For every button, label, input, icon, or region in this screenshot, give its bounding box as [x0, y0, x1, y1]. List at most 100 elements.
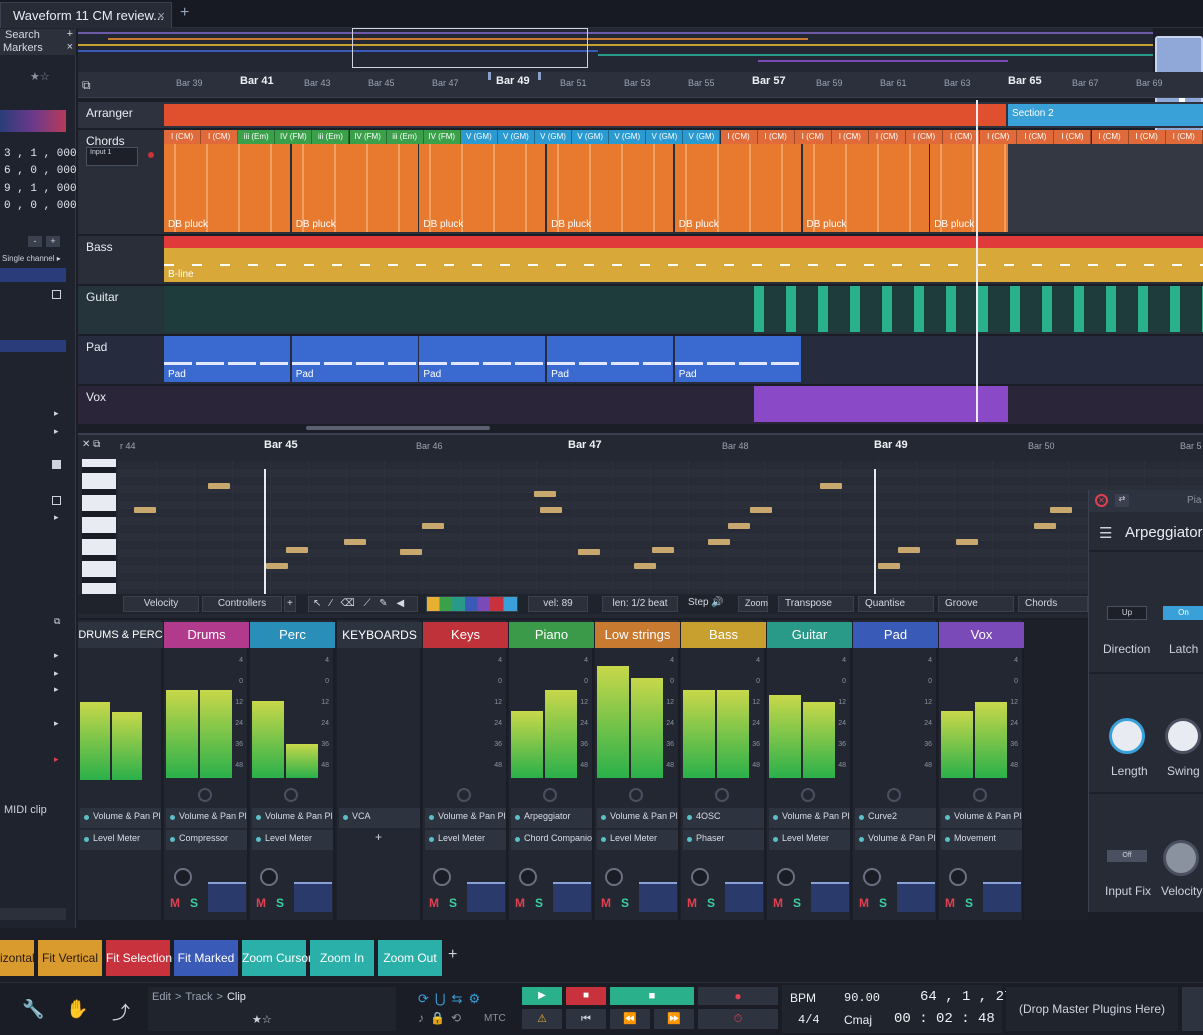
checkbox[interactable]: [52, 496, 61, 505]
midi-note[interactable]: [540, 507, 562, 513]
chord-block[interactable]: I (CM): [1054, 130, 1092, 144]
key-signature[interactable]: Cmaj: [844, 1013, 872, 1027]
plugin-slot[interactable]: Volume & Pan Plugin: [80, 808, 161, 828]
plugin-slot[interactable]: Movement: [941, 830, 1022, 850]
mixer-strip-guitar[interactable]: Guitar4012243648Volume & Pan PluginLevel…: [767, 620, 852, 920]
chord-block[interactable]: I (CM): [980, 130, 1018, 144]
pan-knob[interactable]: [457, 788, 471, 802]
overview-viewport[interactable]: [352, 28, 588, 68]
loop-button[interactable]: ▶: [522, 987, 562, 1005]
direction-toggle[interactable]: Up: [1107, 606, 1147, 620]
volume-knob[interactable]: [174, 868, 192, 886]
volume-fader[interactable]: [294, 882, 332, 912]
clock-icon[interactable]: ⏱: [698, 1009, 778, 1029]
midi-note[interactable]: [652, 547, 674, 553]
chord-block[interactable]: I (CM): [201, 130, 239, 144]
chord-block[interactable]: V (GM): [535, 130, 573, 144]
chord-block[interactable]: IV (FM): [423, 130, 461, 144]
volume-fader[interactable]: [553, 882, 591, 912]
chord-block[interactable]: iii (Em): [312, 130, 350, 144]
chevron-right-icon[interactable]: ▸: [54, 668, 59, 679]
volume-knob[interactable]: [605, 868, 623, 886]
volume-fader[interactable]: [725, 882, 763, 912]
group-strip-keyboards[interactable]: KEYBOARDS VCA +: [337, 620, 422, 920]
zoom-button[interactable]: Zoom: [738, 596, 768, 612]
menu-icon[interactable]: ☰: [1099, 524, 1112, 542]
arrangement-overview[interactable]: [78, 28, 1153, 72]
solo-button[interactable]: S: [707, 896, 715, 910]
midi-note[interactable]: [898, 547, 920, 553]
mixer-strip-vox[interactable]: Vox4012243648Volume & Pan PluginMovement…: [939, 620, 1024, 920]
horizontal-scrollbar[interactable]: [306, 426, 490, 430]
pan-knob[interactable]: [198, 788, 212, 802]
midi-note[interactable]: [634, 563, 656, 569]
hand-icon[interactable]: ✋: [66, 999, 88, 1020]
channel-select[interactable]: Single channel ▸: [2, 254, 61, 263]
volume-knob[interactable]: [519, 868, 537, 886]
note-grid[interactable]: [118, 461, 1203, 597]
chord-block[interactable]: I (CM): [1017, 130, 1055, 144]
velocity-value[interactable]: vel: 89: [528, 596, 588, 612]
wrench-icon[interactable]: 🔧: [22, 999, 44, 1020]
transpose-button[interactable]: Transpose: [778, 596, 854, 612]
guitar-track[interactable]: Guitar: [78, 286, 1203, 334]
zoom-button[interactable]: Zoom In: [310, 940, 374, 976]
pan-knob[interactable]: [543, 788, 557, 802]
volume-knob[interactable]: [433, 868, 451, 886]
plugin-slot[interactable]: Level Meter: [425, 830, 506, 850]
pluck-clip[interactable]: DB pluck: [802, 144, 929, 232]
piano-keyboard[interactable]: [82, 459, 116, 609]
color-palette[interactable]: [426, 596, 518, 612]
solo-button[interactable]: S: [190, 896, 198, 910]
timeline-ruler[interactable]: ⧉ Bar 39 Bar 41 Bar 43 Bar 45 Bar 47 Bar 49 Ba…: [78, 72, 1203, 98]
volume-knob[interactable]: [691, 868, 709, 886]
lock-icons[interactable]: ♪🔒⟲: [418, 1011, 467, 1025]
mute-button[interactable]: M: [945, 896, 955, 910]
close-icon[interactable]: ×: [67, 41, 73, 53]
chevron-right-icon[interactable]: ▸: [54, 650, 59, 661]
chord-block[interactable]: iii (Em): [386, 130, 424, 144]
plugin-slot[interactable]: Volume & Pan Plugin: [166, 808, 247, 828]
chord-block[interactable]: I (CM): [794, 130, 832, 144]
mute-button[interactable]: M: [859, 896, 869, 910]
midi-note[interactable]: [820, 483, 842, 489]
sync-icons[interactable]: ⟳⋃⇆⚙: [418, 991, 486, 1007]
volume-fader[interactable]: [639, 882, 677, 912]
rewind-start-button[interactable]: ⏮: [566, 1009, 606, 1029]
swap-icon[interactable]: ⇄: [1115, 494, 1129, 507]
zoom-button[interactable]: Zoom Cursor: [242, 940, 312, 976]
volume-knob[interactable]: [863, 868, 881, 886]
breadcrumb-item[interactable]: Clip: [227, 991, 246, 1003]
chords-track[interactable]: Chords Input 1 I (CM) I (CM) iii (Em) IV (F…: [78, 130, 1203, 234]
length-value[interactable]: len: 1/2 beat: [602, 596, 678, 612]
arranger-track[interactable]: Arranger Section 2: [78, 102, 1203, 128]
piano-roll-editor[interactable]: ✕ ⧉ r 44 Bar 45 Bar 46 Bar 47 Bar 48 Bar 49 Ba…: [78, 433, 1203, 618]
pluck-clip[interactable]: DB pluck: [164, 144, 290, 232]
checkbox[interactable]: [52, 290, 61, 299]
chord-block[interactable]: IV (FM): [275, 130, 313, 144]
pan-knob[interactable]: [715, 788, 729, 802]
chord-block[interactable]: V (GM): [572, 130, 610, 144]
plugin-slot[interactable]: Level Meter: [252, 830, 333, 850]
chord-block[interactable]: I (CM): [943, 130, 981, 144]
mute-button[interactable]: M: [170, 896, 180, 910]
fast-forward-button[interactable]: ⏩: [654, 1009, 694, 1029]
mixer-strip-keys[interactable]: Keys4012243648Volume & Pan PluginLevel M…: [423, 620, 508, 920]
mixer-strip-perc[interactable]: Perc4012243648Volume & Pan PluginLevel M…: [250, 620, 335, 920]
midi-note[interactable]: [708, 539, 730, 545]
midi-note[interactable]: [1034, 523, 1056, 529]
midi-note[interactable]: [534, 491, 556, 497]
chord-block[interactable]: IV (FM): [349, 130, 387, 144]
pad-clip[interactable]: Pad: [419, 336, 546, 382]
midi-note[interactable]: [208, 483, 230, 489]
solo-button[interactable]: S: [879, 896, 887, 910]
stop-button[interactable]: ■: [610, 987, 694, 1005]
plugin-slot[interactable]: Volume & Pan Plugin: [597, 808, 678, 828]
bass-track[interactable]: Bass B-line: [78, 236, 1203, 284]
latch-toggle[interactable]: On: [1163, 606, 1203, 620]
step-button[interactable]: Step 🔊: [682, 596, 726, 612]
add-icon[interactable]: +: [67, 28, 73, 40]
controllers-button[interactable]: Controllers: [202, 596, 282, 612]
pan-knob[interactable]: [629, 788, 643, 802]
arranger-section[interactable]: [164, 104, 1006, 126]
